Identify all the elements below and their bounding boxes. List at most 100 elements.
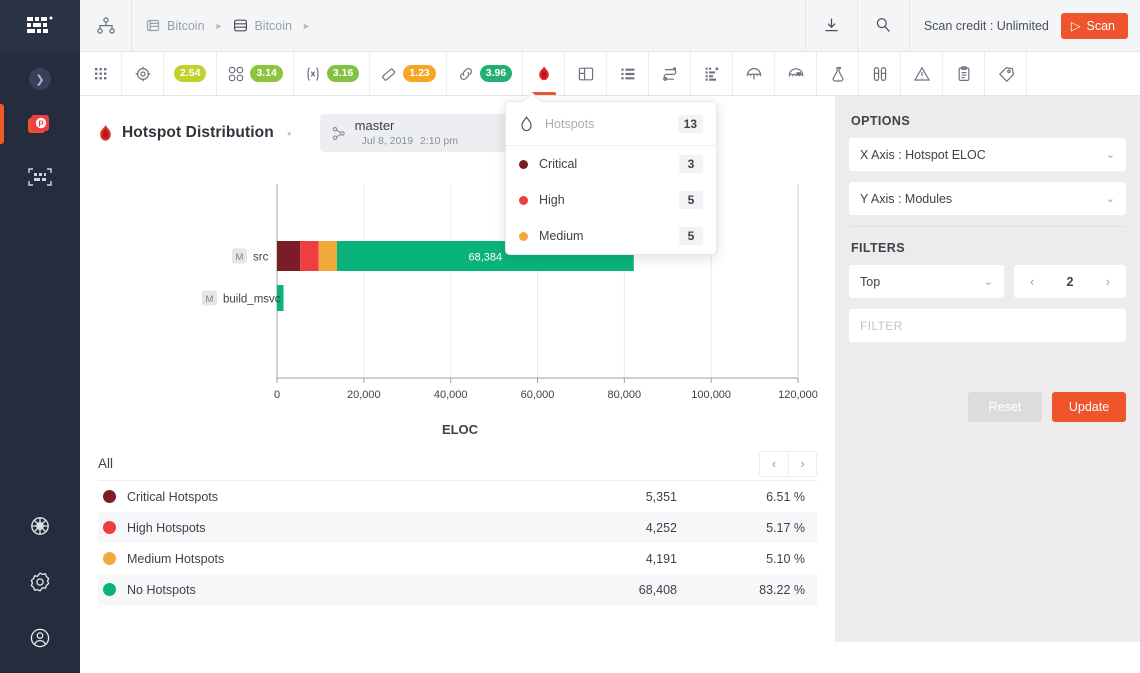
app-logo[interactable] bbox=[0, 0, 80, 52]
toolbar-tool-clipboard[interactable] bbox=[943, 52, 986, 95]
chevron-down-icon: ⌄ bbox=[1105, 193, 1115, 205]
toolbar-tool-flask[interactable] bbox=[817, 52, 860, 95]
tooltip-row: Medium 5 bbox=[506, 218, 716, 254]
sidebar-item-hotspots[interactable]: P bbox=[0, 104, 67, 144]
hierarchy-button[interactable] bbox=[80, 0, 132, 52]
breadcrumb-item-0[interactable]: Bitcoin bbox=[146, 18, 205, 33]
pagination-next-button[interactable]: › bbox=[788, 451, 816, 476]
x-tick-label: 120,000 bbox=[778, 389, 818, 401]
toolbar-tool-tag[interactable] bbox=[985, 52, 1028, 95]
pagination-prev-button[interactable]: ‹ bbox=[760, 452, 788, 476]
toolbar-badge: 2.54 bbox=[174, 65, 207, 82]
layout-panel-icon bbox=[578, 67, 593, 80]
sidebar-item-settings[interactable] bbox=[13, 565, 67, 599]
test-tubes-icon bbox=[873, 66, 886, 81]
table-cell-percent: 6.51 % bbox=[766, 489, 805, 504]
toolbar-badge: 3.14 bbox=[250, 65, 283, 82]
toolbar-tool-badge-only[interactable]: 2.54 bbox=[164, 52, 218, 95]
four-squares-icon bbox=[229, 66, 244, 81]
severity-dot bbox=[103, 583, 116, 596]
table-cell-value: 5,351 bbox=[645, 489, 677, 504]
y-axis-category-label: src bbox=[253, 252, 269, 264]
eraser-icon bbox=[382, 67, 396, 81]
options-panel: OPTIONS X Axis : Hotspot ELOC ⌄ Y Axis :… bbox=[835, 96, 1140, 642]
table-row[interactable]: Critical Hotspots 5,351 6.51 % bbox=[98, 481, 817, 512]
toolbar-tool-layout-panel[interactable] bbox=[565, 52, 608, 95]
y-axis-select-label: Y Axis : Modules bbox=[860, 191, 953, 206]
search-button[interactable] bbox=[856, 0, 909, 52]
breadcrumb-item-1[interactable]: Bitcoin bbox=[233, 18, 292, 33]
chevron-right-icon: ❯ bbox=[35, 73, 45, 86]
table-row[interactable]: Medium Hotspots 4,191 5.10 % bbox=[98, 543, 817, 574]
toolbar-tool-flow-arrow[interactable] bbox=[649, 52, 692, 95]
table-cell-name: Medium Hotspots bbox=[127, 551, 225, 566]
x-tick-label: 40,000 bbox=[434, 389, 468, 401]
table-row[interactable]: No Hotspots 68,408 83.22 % bbox=[98, 574, 817, 605]
table-cell-percent: 5.10 % bbox=[766, 551, 805, 566]
hotspot-summary-table: All ‹ › Critical Hotspots 5,351 6.51 % High… bbox=[98, 447, 817, 605]
grid-dots-icon bbox=[94, 67, 106, 79]
tooltip-row-label: Medium bbox=[539, 229, 584, 243]
sidebar-item-account[interactable] bbox=[13, 621, 67, 655]
search-icon bbox=[876, 18, 890, 32]
bar-segment-medium-hotspots bbox=[318, 241, 337, 271]
flame-hotspot-icon bbox=[100, 124, 111, 141]
options-title: OPTIONS bbox=[851, 114, 911, 128]
sidebar-item-globe[interactable] bbox=[13, 509, 67, 543]
x-tick-label: 60,000 bbox=[521, 389, 555, 401]
severity-dot bbox=[103, 552, 116, 565]
toolbar-tool-matrix-grid[interactable] bbox=[691, 52, 734, 95]
toolbar-tool-umbrella[interactable] bbox=[733, 52, 776, 95]
chevron-down-icon: ⌄ bbox=[983, 276, 993, 288]
toolbar-tool-eraser[interactable]: 1.23 bbox=[370, 52, 447, 95]
left-rail: ❯ P bbox=[0, 0, 80, 673]
module-badge-letter: M bbox=[236, 252, 244, 263]
table-row[interactable]: High Hotspots 4,252 5.17 % bbox=[98, 512, 817, 543]
sidebar-item-scan[interactable] bbox=[13, 160, 67, 194]
bar-segment-critical-hotspots bbox=[277, 241, 301, 271]
umbrella-lock-icon bbox=[788, 67, 803, 77]
table-cell-percent: 83.22 % bbox=[759, 582, 805, 597]
hotspot-distribution-chart: 0 20,000 40,000 60,000 80,000 100,000 120,000 M… bbox=[202, 184, 818, 401]
y-axis-category-label: build_msvc bbox=[223, 294, 281, 306]
toolbar-tool-grid-dots[interactable] bbox=[80, 52, 122, 95]
table-cell-name: High Hotspots bbox=[127, 520, 206, 535]
toolbar-tool-variable-x[interactable]: 3.16 bbox=[294, 52, 371, 95]
stepper-increment-button[interactable]: › bbox=[1090, 275, 1126, 289]
database-icon bbox=[234, 19, 248, 32]
sitemap-icon bbox=[96, 16, 115, 34]
logo-icon bbox=[27, 16, 53, 33]
scan-button[interactable]: ▷ Scan bbox=[1060, 12, 1128, 39]
x-tick-label: 20,000 bbox=[347, 389, 381, 401]
toolbar-tool-target[interactable] bbox=[122, 52, 164, 95]
toolbar-tool-link-chain[interactable]: 3.96 bbox=[447, 52, 524, 95]
stepper-decrement-button[interactable]: ‹ bbox=[1014, 275, 1050, 289]
filter-mode-select[interactable]: Top ⌄ bbox=[849, 265, 1004, 298]
branch-selector[interactable]: master Jul 8, 20192:10 pm ⌄ bbox=[319, 114, 528, 152]
rail-collapse-button[interactable]: ❯ bbox=[29, 68, 51, 90]
y-axis-category-build_msvc: Mbuild_msvc bbox=[202, 290, 281, 306]
reset-button[interactable]: Reset bbox=[968, 392, 1042, 422]
toolbar-tool-warning-triangle[interactable] bbox=[901, 52, 944, 95]
toolbar-tool-four-squares[interactable]: 3.14 bbox=[217, 52, 294, 95]
download-button[interactable] bbox=[804, 0, 857, 52]
chart-content: Hotspot Distribution ● master Jul 8, 201… bbox=[80, 96, 835, 673]
matrix-grid-icon bbox=[705, 67, 718, 81]
x-axis-select[interactable]: X Axis : Hotspot ELOC ⌄ bbox=[849, 138, 1126, 171]
flask-icon bbox=[832, 66, 844, 82]
filter-input[interactable] bbox=[849, 309, 1126, 342]
toolbar-tool-umbrella-lock[interactable] bbox=[775, 52, 818, 95]
toolbar-tool-list-bullets[interactable] bbox=[607, 52, 650, 95]
table-cell-value: 4,191 bbox=[645, 551, 677, 566]
page-title: Hotspot Distribution bbox=[122, 124, 274, 141]
toolbar-tool-flame-hotspot[interactable] bbox=[523, 52, 566, 95]
tooltip-row-label: Critical bbox=[539, 157, 578, 171]
update-button[interactable]: Update bbox=[1052, 392, 1126, 422]
scan-credit-label: Scan credit : Unlimited bbox=[908, 0, 1061, 52]
tooltip-row-count: 5 bbox=[679, 191, 703, 209]
warning-triangle-icon bbox=[913, 66, 930, 81]
options-actions: Reset Update bbox=[849, 392, 1126, 422]
toolbar-tool-test-tubes[interactable] bbox=[859, 52, 902, 95]
y-axis-select[interactable]: Y Axis : Modules ⌄ bbox=[849, 182, 1126, 215]
severity-dot bbox=[103, 490, 116, 503]
